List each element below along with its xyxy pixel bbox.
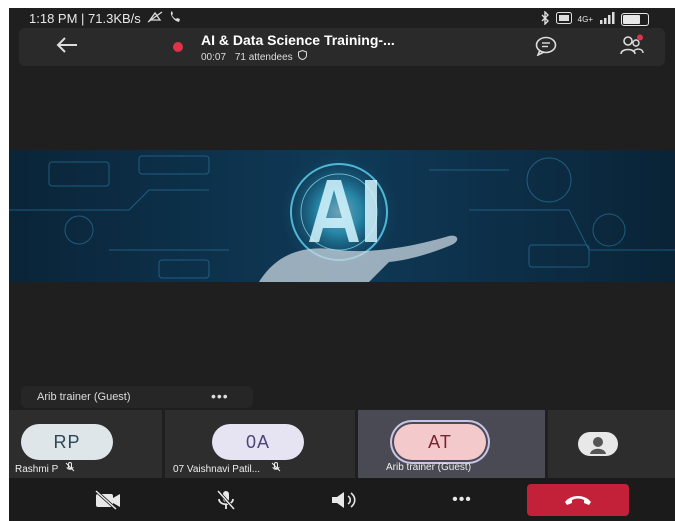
meeting-title[interactable]: AI & Data Science Training-... [201,32,395,48]
status-time-speed: 1:18 PM | 71.3KB/s [29,11,141,26]
avatar: 0A [212,424,304,460]
phone-call-icon [169,11,181,26]
meeting-duration: 00:07 [201,52,227,63]
back-arrow-icon[interactable] [55,34,79,60]
active-speaker-name: Arib trainer (Guest) [37,391,131,403]
avatar: RP [21,424,113,460]
participant-name: 07 Vaishnavi Patil... [173,464,261,475]
camera-off-icon[interactable] [83,484,133,516]
shared-screen-image [9,150,675,282]
participant-tile-0a[interactable]: 0A 07 Vaishnavi Patil... [165,410,355,478]
participant-label: 07 Vaishnavi Patil... [173,462,281,475]
signal-icon [599,12,615,27]
speaker-icon[interactable] [319,484,369,516]
battery-icon [621,13,649,26]
avatar [578,432,618,456]
mute-notification-icon [147,11,163,26]
participant-tile-photo[interactable] [548,410,675,478]
avatar: AT [394,424,486,460]
status-bar: 1:18 PM | 71.3KB/s 4G+ [9,8,675,30]
more-options-icon[interactable]: ••• [437,484,487,516]
hang-up-button[interactable] [527,484,629,516]
mic-off-icon [271,462,281,472]
chat-icon[interactable] [535,36,557,57]
participant-tile-rp[interactable]: RP Rashmi P [9,410,162,478]
participants-icon[interactable] [619,34,645,58]
volte-icon [555,12,572,27]
participant-name: Arib trainer (Guest) [386,462,472,473]
phone-hangup-icon [565,496,591,505]
participant-label: Rashmi P [15,462,75,475]
network-type: 4G+ [577,15,593,24]
meeting-header: AI & Data Science Training-... 00:07 71 … [19,28,665,66]
participant-tile-at[interactable]: AT Arib trainer (Guest) [358,410,545,478]
recording-indicator-icon [173,42,183,52]
more-options-icon[interactable]: ••• [211,388,229,404]
active-speaker-chip[interactable]: Arib trainer (Guest) ••• [21,386,253,408]
mic-off-icon [65,462,75,472]
meeting-info: 00:07 71 attendees [201,49,308,63]
meeting-screen: 1:18 PM | 71.3KB/s 4G+ AI & Data Science… [9,8,675,521]
mic-off-icon[interactable] [201,484,251,516]
bluetooth-icon [540,10,550,28]
call-controls: ••• [9,478,675,521]
shield-icon [298,49,308,61]
attendee-count: 71 attendees [234,52,293,63]
participant-name: Rashmi P [15,464,59,475]
